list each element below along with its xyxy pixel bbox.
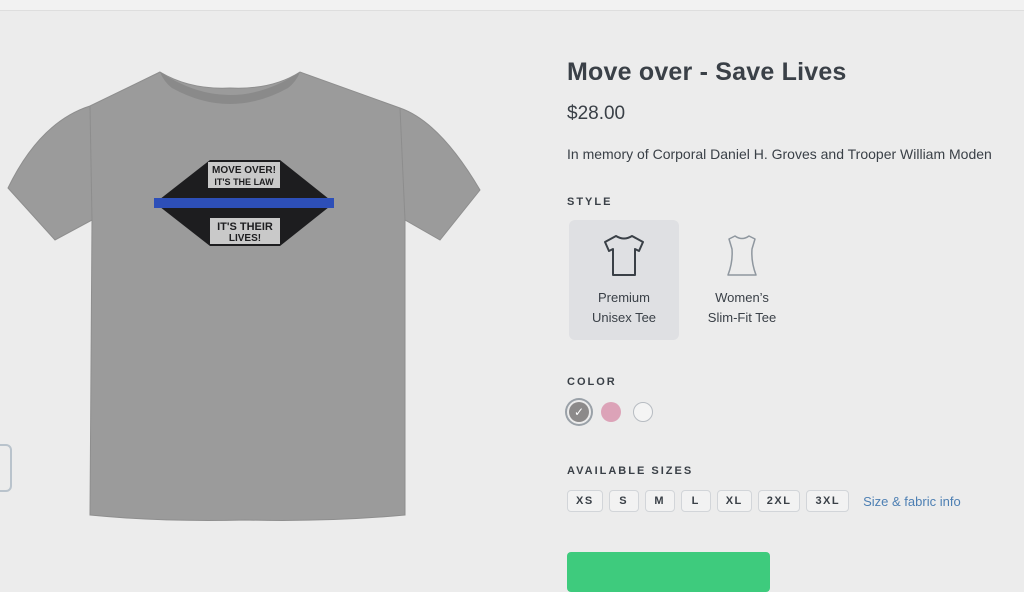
design-text-3: IT'S THEIR — [217, 221, 273, 233]
size-options: XS S M L XL 2XL 3XL Size & fabric info — [567, 490, 961, 512]
product-details: Move over - Save Lives $28.00 In memory … — [567, 54, 1017, 592]
style-option-womens-slim-fit[interactable]: Women’s Slim-Fit Tee — [687, 220, 797, 340]
color-label: COLOR — [567, 376, 617, 388]
size-button-2xl[interactable]: 2XL — [757, 490, 801, 512]
style-option-line2: Unisex Tee — [591, 310, 657, 325]
style-option-premium-unisex[interactable]: Premium Unisex Tee — [569, 220, 679, 340]
womens-tee-icon — [727, 235, 757, 276]
tshirt-body — [7, 71, 481, 521]
color-swatches: ✓ — [569, 402, 653, 422]
top-bar — [0, 0, 1024, 11]
style-options: Premium Unisex Tee Women’s Slim-Fit Tee — [569, 220, 797, 340]
size-button-xs[interactable]: XS — [567, 490, 603, 512]
size-button-l[interactable]: L — [680, 490, 711, 512]
style-option-line1: Women’s — [715, 290, 769, 305]
design-stripe — [154, 198, 334, 208]
style-option-label: Premium Unisex Tee — [592, 288, 656, 328]
tshirt-image: MOVE OVER! IT'S THE LAW IT'S THEIR LIVES… — [7, 71, 481, 521]
design-text-2: IT'S THE LAW — [214, 177, 274, 187]
image-thumbnail-tab[interactable] — [0, 444, 12, 492]
size-button-m[interactable]: M — [644, 490, 675, 512]
tshirt-icon — [604, 235, 644, 276]
sizes-label: AVAILABLE SIZES — [567, 465, 694, 477]
product-image: MOVE OVER! IT'S THE LAW IT'S THEIR LIVES… — [0, 60, 490, 530]
size-button-s[interactable]: S — [608, 490, 639, 512]
checkmark-icon: ✓ — [573, 405, 585, 419]
color-swatch-white[interactable] — [633, 402, 653, 422]
style-option-label: Women’s Slim-Fit Tee — [708, 288, 776, 328]
add-to-cart-button[interactable] — [567, 552, 770, 592]
style-label: STYLE — [567, 196, 613, 208]
size-button-xl[interactable]: XL — [716, 490, 752, 512]
product-title: Move over - Save Lives — [567, 58, 847, 86]
design-text-1: MOVE OVER! — [212, 165, 276, 176]
size-button-3xl[interactable]: 3XL — [806, 490, 850, 512]
style-option-line1: Premium — [597, 290, 650, 305]
style-option-line2: Slim-Fit Tee — [707, 310, 777, 325]
product-description: In memory of Corporal Daniel H. Groves a… — [567, 146, 992, 162]
design-text-4: LIVES! — [229, 233, 261, 244]
size-fabric-info-link[interactable]: Size & fabric info — [863, 494, 961, 509]
product-price: $28.00 — [567, 103, 626, 124]
color-swatch-pink[interactable] — [601, 402, 621, 422]
color-swatch-gray[interactable]: ✓ — [569, 402, 589, 422]
